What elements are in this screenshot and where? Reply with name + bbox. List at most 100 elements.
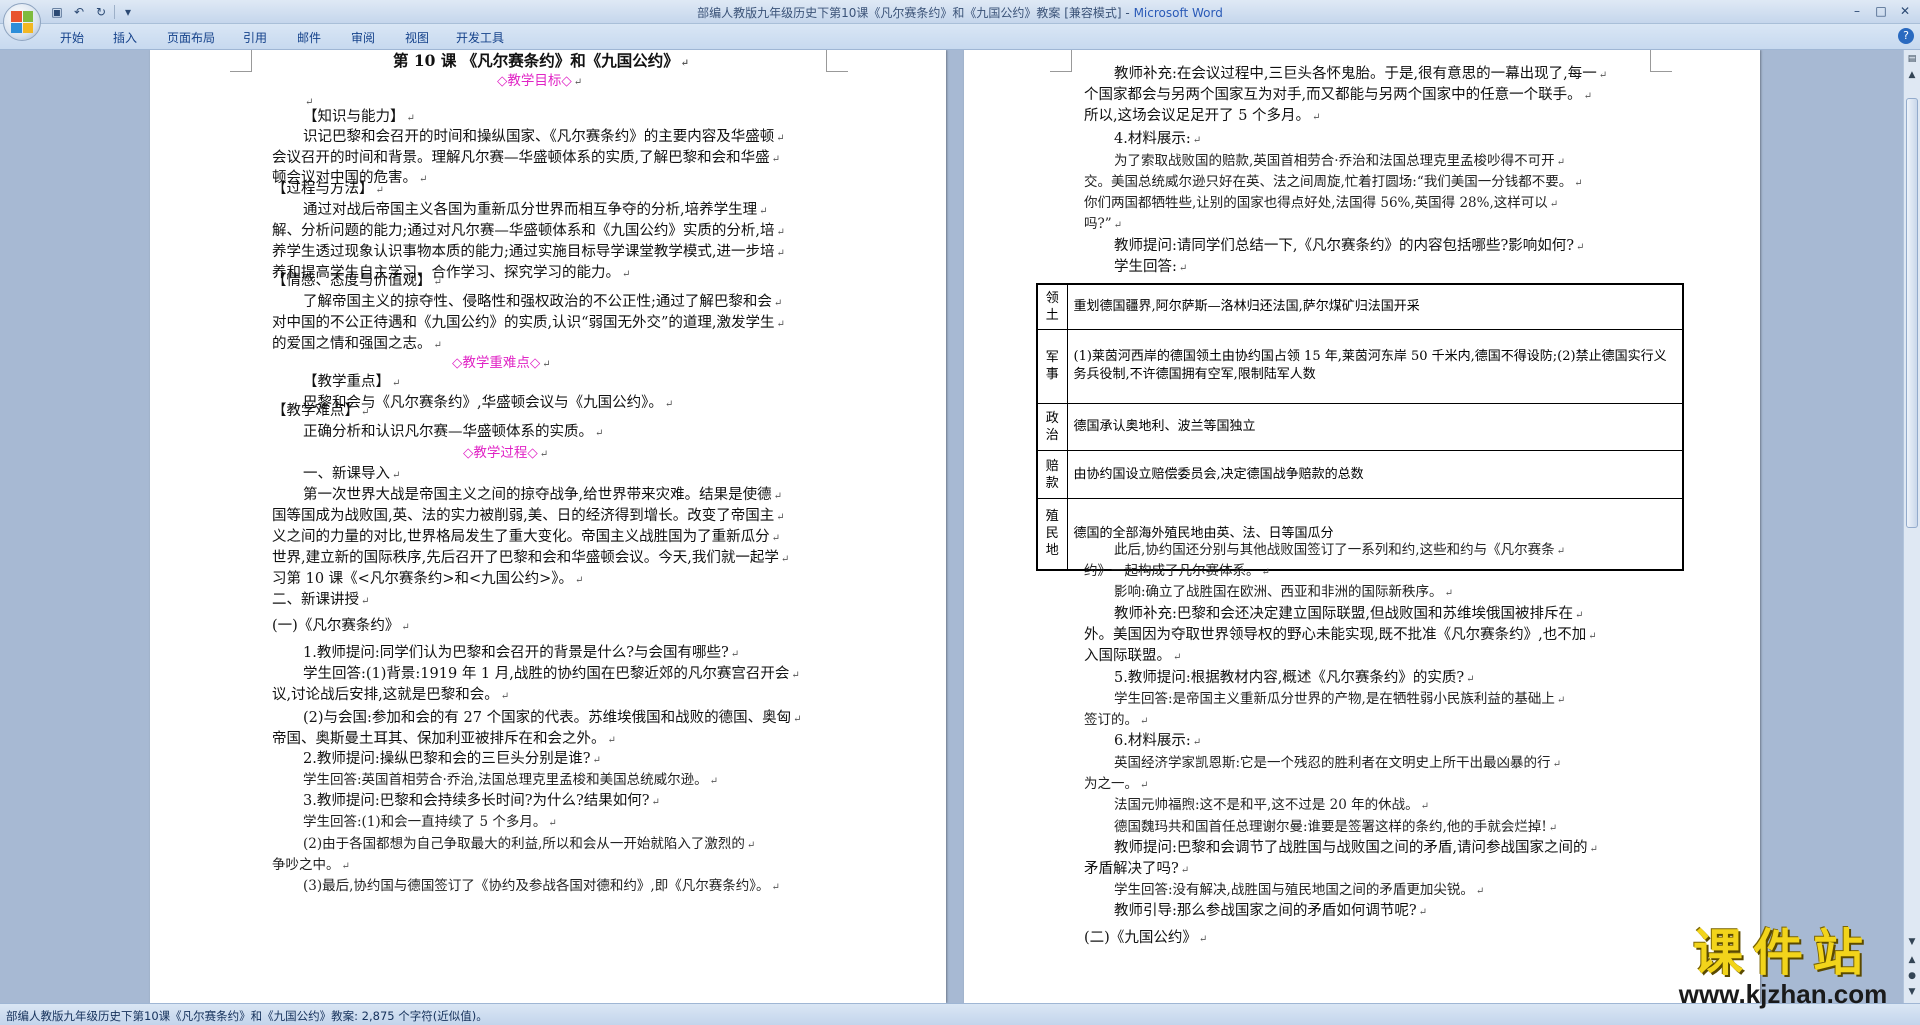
scroll-thumb[interactable] [1906, 98, 1918, 528]
document-page-2[interactable]: 领土重划德国疆界,阿尔萨斯—洛林归还法国,萨尔煤矿归法国开采军事 (1)莱茵河西岸… [964, 50, 1760, 1003]
paragraph-mark-icon: ↵ [680, 58, 690, 69]
line-text: 法国元帅福煦:这不是和平,这不过是 20 年的休战。 [1114, 797, 1419, 813]
watermark-url: www.kjzhan.com [1678, 979, 1888, 1009]
paragraph-mark-icon: ↵ [375, 185, 384, 196]
document-line: 教师提问:巴黎和会调节了战胜国与战败国之间的矛盾,请问参战国家之间的 ↵ [1114, 838, 1598, 861]
line-text: (3)最后,协约国与德国签订了《协约及参战各国对德和约》,即《凡尔赛条约》。 [303, 878, 770, 894]
paragraph-mark-icon: ↵ [542, 359, 551, 370]
line-text: (一)《凡尔赛条约》 [272, 618, 400, 634]
document-line: (2)与会国:参加和会的有 27 个国家的代表。苏维埃俄国和战败的德国、奥匈 ↵ [303, 708, 801, 731]
document-line: 英国经济学家凯恩斯:它是一个残忍的胜利者在文明史上所干出最凶暴的行 ↵ [1114, 753, 1561, 776]
paragraph-mark-icon: ↵ [1556, 157, 1565, 168]
minimize-icon[interactable]: – [1846, 2, 1868, 20]
line-text: 义之间的力量的对比,世界格局发生了重大变化。帝国主义战胜国为了重新瓜分 [272, 529, 770, 545]
tab-view[interactable]: 视图 [405, 29, 429, 46]
vertical-scrollbar[interactable]: ▤ ▲ ▼ ▲ ● ▼ [1903, 50, 1920, 1003]
document-line: 二、新课讲授 ↵ [272, 590, 369, 613]
tab-mailings[interactable]: 邮件 [297, 29, 321, 46]
document-line: (一)《凡尔赛条约》 ↵ [272, 616, 410, 639]
paragraph-mark-icon: ↵ [1192, 135, 1202, 146]
paragraph-mark-icon: ↵ [1178, 263, 1188, 274]
document-line: 【过程与方法】 ↵ [272, 179, 384, 202]
line-text: 5.教师提问:根据教材内容,概述《凡尔赛条约》的实质? [1114, 670, 1465, 686]
document-line: 【情感、态度与价值观】 ↵ [272, 271, 442, 294]
document-line: 1.教师提问:同学们认为巴黎和会召开的背景是什么?与会国有哪些? ↵ [303, 643, 739, 666]
paragraph-mark-icon: ↵ [1113, 220, 1123, 231]
document-title: 部编人教版九年级历史下第10课《凡尔赛条约》和《九国公约》教案 [兼容模式] - [697, 6, 1134, 20]
office-button[interactable] [3, 3, 41, 41]
document-line: 约》一起构成了凡尔赛体系。 ↵ [1084, 561, 1270, 584]
document-line: 通过对战后帝国主义各国为重新瓜分世界而相互争夺的分析,培养学生理 ↵ [303, 200, 768, 223]
line-text: 你们两国都牺牲些,让别的国家也得点好处,法国得 56%,英国得 28%,这样可以 [1084, 195, 1548, 211]
paragraph-mark-icon: ↵ [361, 407, 370, 418]
document-page-1[interactable]: 第 10 课 《凡尔赛条约》和《九国公约》 ↵ ◇教学目标◇ ↵ ↵ 【知识与能力】 ↵ 识记… [150, 50, 946, 1003]
document-line: 教师补充:巴黎和会还决定建立国际联盟,但战败国和苏维埃俄国被排斥在 ↵ [1114, 604, 1583, 627]
line-text: 为之一。 [1084, 776, 1138, 792]
table-row: 领土重划德国疆界,阿尔萨斯—洛林归还法国,萨尔煤矿归法国开采 [1036, 283, 1684, 330]
next-page-icon[interactable]: ▼ [1905, 985, 1919, 999]
ruler-toggle-icon[interactable]: ▤ [1905, 52, 1919, 66]
document-line: 学生回答:英国首相劳合·乔治,法国总理克里孟梭和美国总统威尔逊。 ↵ [303, 770, 718, 793]
line-text: 国等国成为战败国,英、法的实力被削弱,美、日的经济得到增长。改变了帝国主 [272, 508, 775, 524]
document-line: 为了索取战败国的赔款,英国首相劳合·乔治和法国总理克里孟梭吵得不可开 ↵ [1114, 151, 1565, 174]
line-text: 识记巴黎和会召开的时间和操纵国家、《凡尔赛条约》的主要内容及华盛顿 [303, 129, 775, 145]
table-row-header: 赔款 [1036, 450, 1068, 499]
line-text: 学生回答: [1114, 259, 1177, 275]
previous-page-icon[interactable]: ▲ [1905, 953, 1919, 967]
table-row-header: 殖民地 [1036, 497, 1068, 571]
document-line: 争吵之中。 ↵ [272, 855, 350, 878]
tab-page-layout[interactable]: 页面布局 [167, 29, 215, 46]
line-text: 英国经济学家凯恩斯:它是一个残忍的胜利者在文明史上所干出最凶暴的行 [1114, 755, 1551, 771]
help-icon[interactable]: ? [1898, 28, 1914, 44]
line-text: 第一次世界大战是帝国主义之间的掠夺战争,给世界带来灾难。结果是使德 [303, 487, 772, 503]
maximize-icon[interactable]: □ [1870, 2, 1892, 20]
paragraph-mark-icon: ↵ [651, 797, 660, 808]
table-row: 赔款由协约国设立赔偿委员会,决定德国战争赔款的总数 [1036, 450, 1684, 499]
line-text: 学生回答:(1)和会一直持续了 5 个多月。 [303, 814, 547, 830]
line-text: 学生回答:是帝国主义重新瓜分世界的产物,是在牺牲弱小民族利益的基础上 [1114, 691, 1555, 707]
tab-insert[interactable]: 插入 [113, 29, 137, 46]
document-line: 外。美国因为夺取世界领导权的野心未能实现,既不批准《凡尔赛条约》,也不加 ↵ [1084, 625, 1597, 648]
tab-review[interactable]: 审阅 [351, 29, 375, 46]
line-text: 第 10 课 《凡尔赛条约》和《九国公约》 [393, 51, 679, 70]
document-line: 学生回答: ↵ [1114, 257, 1187, 280]
paragraph-mark-icon: ↵ [776, 248, 785, 259]
watermark-logo-text: 课件站 [1693, 924, 1873, 982]
scroll-down-icon[interactable]: ▼ [1905, 935, 1919, 949]
table-cell: 重划德国疆界,阿尔萨斯—洛林归还法国,萨尔煤矿归法国开采 [1066, 283, 1684, 330]
title-bar: ▣ ↶ ↻ ▾ 部编人教版九年级历史下第10课《凡尔赛条约》和《九国公约》教案 … [0, 0, 1920, 24]
line-text: 入国际联盟。 [1084, 648, 1171, 664]
paragraph-mark-icon: ↵ [793, 714, 802, 725]
paragraph-mark-icon: ↵ [500, 691, 510, 702]
paragraph-mark-icon: ↵ [759, 206, 768, 217]
select-browse-object-icon[interactable]: ● [1905, 969, 1919, 983]
paragraph-mark-icon: ↵ [1588, 631, 1597, 642]
line-text: 2.教师提问:操纵巴黎和会的三巨头分别是谁? [303, 751, 591, 767]
document-line: 为之一。 ↵ [1084, 774, 1148, 797]
paragraph-mark-icon: ↵ [1475, 886, 1485, 897]
line-text: 【知识与能力】 [303, 109, 405, 125]
paragraph-mark-icon: ↵ [1198, 934, 1208, 945]
document-line: 对中国的不公正待遇和《九国公约》的实质,认识“弱国无外交”的道理,激发学生 ↵ [272, 313, 785, 336]
paragraph-mark-icon: ↵ [595, 428, 604, 439]
document-line: 签订的。 ↵ [1084, 710, 1148, 733]
close-icon[interactable]: ✕ [1894, 2, 1916, 20]
line-text: 争吵之中。 [272, 857, 340, 873]
line-text: 德国魏玛共和国首任总理谢尔曼:谁要是签署这样的条约,他的手就会烂掉! [1114, 819, 1547, 835]
line-text: 3.教师提问:巴黎和会持续多长时间?为什么?结果如何? [303, 793, 650, 809]
document-line: 3.教师提问:巴黎和会持续多长时间?为什么?结果如何? ↵ [303, 791, 660, 814]
window-controls: – □ ✕ [1846, 2, 1916, 20]
tab-home[interactable]: 开始 [60, 29, 84, 46]
table-row-header: 政治 [1036, 402, 1068, 452]
tab-developer[interactable]: 开发工具 [456, 29, 504, 46]
scroll-up-icon[interactable]: ▲ [1905, 68, 1919, 82]
tab-references[interactable]: 引用 [243, 29, 267, 46]
paragraph-mark-icon: ↵ [1444, 588, 1453, 599]
line-text: 为了索取战败国的赔款,英国首相劳合·乔治和法国总理克里孟梭吵得不可开 [1114, 153, 1555, 169]
document-line: 矛盾解决了吗? ↵ [1084, 859, 1189, 882]
document-line: 正确分析和认识凡尔赛—华盛顿体系的实质。 ↵ [303, 422, 603, 445]
table-row-header: 军事 [1036, 328, 1068, 404]
document-area[interactable]: 第 10 课 《凡尔赛条约》和《九国公约》 ↵ ◇教学目标◇ ↵ ↵ 【知识与能力】 ↵ 识记… [0, 50, 1920, 1003]
document-line: 一、新课导入 ↵ [303, 464, 400, 487]
line-text: 议,讨论战后安排,这就是巴黎和会。 [272, 687, 499, 703]
